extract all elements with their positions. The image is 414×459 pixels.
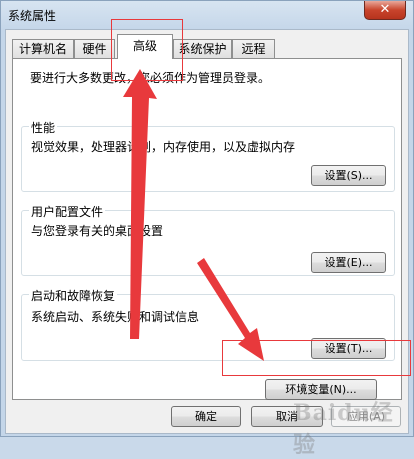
startup-recovery-title: 启动和故障恢复 bbox=[29, 287, 118, 304]
baidu-watermark: Baidu经验 bbox=[293, 400, 394, 458]
tab-computer-name[interactable]: 计算机名 bbox=[12, 39, 74, 58]
performance-settings-button[interactable]: 设置(S)... bbox=[311, 165, 386, 186]
performance-title: 性能 bbox=[29, 119, 58, 136]
startup-recovery-group: 启动和故障恢复 系统启动、系统失败和调试信息 设置(T)... bbox=[21, 287, 395, 361]
startup-recovery-description: 系统启动、系统失败和调试信息 bbox=[31, 310, 200, 324]
user-profiles-settings-button[interactable]: 设置(E)... bbox=[311, 252, 386, 273]
admin-notice-text: 要进行大多数更改，您必须作为管理员登录。 bbox=[30, 71, 271, 85]
window-title: 系统属性 bbox=[8, 9, 57, 23]
advanced-tab-panel: 性能 视觉效果，处理器计划，内存使用，以及虚拟内存 设置(S)... 用户配置文… bbox=[12, 58, 402, 400]
tab-advanced[interactable]: 高级 bbox=[117, 34, 173, 59]
performance-group: 性能 视觉效果，处理器计划，内存使用，以及虚拟内存 设置(S)... bbox=[21, 119, 395, 192]
startup-recovery-settings-button[interactable]: 设置(T)... bbox=[311, 338, 386, 359]
user-profiles-group: 用户配置文件 与您登录有关的桌面设置 设置(E)... bbox=[21, 203, 395, 276]
user-profiles-title: 用户配置文件 bbox=[29, 203, 106, 220]
performance-description: 视觉效果，处理器计划，内存使用，以及虚拟内存 bbox=[31, 140, 296, 154]
tab-system-protection[interactable]: 系统保护 bbox=[173, 39, 232, 58]
user-profiles-description: 与您登录有关的桌面设置 bbox=[31, 224, 164, 238]
dialog-client-area: 计算机名 硬件 高级 系统保护 远程 性能 视觉效果，处理器计划，内存使用，以及… bbox=[5, 29, 409, 434]
tab-remote[interactable]: 远程 bbox=[232, 39, 275, 58]
ok-button[interactable]: 确定 bbox=[171, 406, 241, 427]
close-button[interactable]: ✕ bbox=[364, 1, 406, 20]
system-properties-window: 系统属性 ✕ 计算机名 硬件 高级 系统保护 远程 性能 视觉效果，处理器计划，… bbox=[0, 0, 414, 458]
tab-hardware[interactable]: 硬件 bbox=[74, 39, 115, 58]
